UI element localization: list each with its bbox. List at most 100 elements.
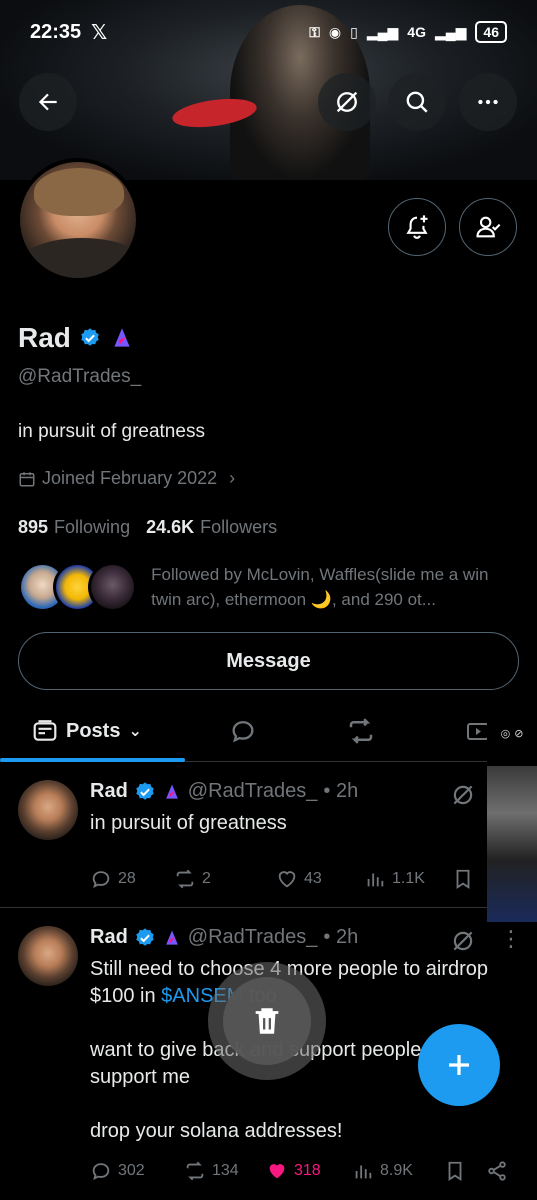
- pip-user-icon[interactable]: ◎: [501, 727, 511, 740]
- floating-video-overlay[interactable]: ◎ ⊘: [487, 700, 537, 922]
- affiliate-badge-icon[interactable]: [109, 325, 135, 351]
- profile-bio: in pursuit of greatness: [18, 421, 205, 442]
- followed-by-text: Followed by McLovin, Waffles(slide me a …: [151, 565, 489, 609]
- verified-badge-icon: [136, 927, 154, 946]
- posts-tab-icon: [33, 720, 57, 741]
- tab-reposts[interactable]: [346, 700, 376, 762]
- like-button[interactable]: 43: [276, 868, 364, 890]
- repost-icon: [176, 869, 194, 889]
- share-icon: [488, 1161, 506, 1181]
- chevron-right-icon: ›: [229, 468, 236, 488]
- search-button[interactable]: [388, 73, 446, 131]
- post-item[interactable]: Rad @RadTrades_ • 2h in pursuit of great…: [0, 762, 537, 908]
- repost-count: 134: [212, 1162, 239, 1179]
- plus-icon: [449, 1055, 469, 1075]
- verified-badge-icon[interactable]: [79, 327, 101, 349]
- share-button[interactable]: [486, 1160, 508, 1182]
- post-author-handle: @RadTrades_: [187, 780, 318, 802]
- reply-count: 28: [118, 870, 136, 887]
- views-icon: [355, 1165, 372, 1179]
- tab-replies[interactable]: [229, 700, 257, 762]
- profile-handle: @RadTrades_: [18, 366, 142, 387]
- eye-icon: ◉: [328, 23, 342, 40]
- search-icon: [406, 91, 428, 113]
- pip-controls[interactable]: ◎ ⊘: [487, 700, 537, 766]
- grok-icon[interactable]: [450, 928, 476, 954]
- back-arrow-icon: [38, 93, 57, 111]
- views-button[interactable]: 1.1K: [364, 868, 452, 890]
- notifications-button[interactable]: [388, 198, 446, 256]
- repost-count: 2: [202, 870, 211, 887]
- back-button[interactable]: [19, 73, 77, 131]
- view-count: 8.9K: [380, 1162, 413, 1179]
- compose-post-button[interactable]: [418, 1024, 500, 1106]
- reply-icon: [92, 1163, 110, 1181]
- more-options-button[interactable]: [459, 73, 517, 131]
- bookmark-icon: [448, 1161, 462, 1181]
- following-label[interactable]: Following: [54, 517, 130, 538]
- post-avatar[interactable]: [18, 780, 78, 840]
- post-avatar[interactable]: [18, 926, 78, 986]
- bookmark-button[interactable]: [452, 868, 474, 890]
- tab-posts[interactable]: Posts ⌄: [32, 700, 142, 762]
- verified-badge-icon: [136, 781, 154, 800]
- post-actions: 302 134 318 8.9K: [90, 1160, 508, 1182]
- vpn-key-icon: ⚿: [309, 23, 320, 40]
- post-author-name[interactable]: Rad: [90, 926, 128, 949]
- signal-icon-2: ▂▄▆: [434, 23, 467, 40]
- status-bar: 22:35 𝕏 ⚿ ◉ ▯ ▂▄▆ 4G ▂▄▆ 46: [0, 0, 537, 64]
- post-header: Rad @RadTrades_ • 2h: [90, 780, 358, 803]
- repost-button[interactable]: 134: [184, 1160, 266, 1182]
- followed-by-row[interactable]: Followed by McLovin, Waffles(slide me a …: [18, 562, 523, 612]
- grok-icon[interactable]: [450, 782, 476, 808]
- user-check-icon: [476, 216, 501, 238]
- grok-icon: [336, 91, 358, 113]
- post-more-icon[interactable]: ⋮: [500, 926, 522, 952]
- bell-plus-icon: [406, 215, 428, 239]
- pip-close-icon[interactable]: ⊘: [514, 727, 523, 740]
- like-button[interactable]: 318: [266, 1160, 352, 1182]
- post-actions: 28 2 43 1.1K: [90, 868, 474, 890]
- bookmark-icon: [456, 869, 470, 889]
- affiliate-badge-icon: [165, 930, 178, 945]
- view-count: 1.1K: [392, 870, 425, 887]
- replies-tab-icon: [232, 721, 254, 743]
- battery-icon: 46: [475, 21, 507, 43]
- following-count[interactable]: 895: [18, 517, 48, 538]
- reply-icon: [92, 871, 110, 889]
- avatar-hoodie: [20, 238, 136, 278]
- followers-label[interactable]: Followers: [200, 517, 277, 538]
- bookmark-button[interactable]: [444, 1160, 486, 1182]
- views-button[interactable]: 8.9K: [352, 1160, 444, 1182]
- follow-stats: 895 Following 24.6K Followers: [18, 517, 287, 538]
- trash-icon: [255, 1008, 279, 1034]
- followers-count[interactable]: 24.6K: [146, 517, 194, 538]
- joined-date-row[interactable]: Joined February 2022 ›: [18, 468, 235, 489]
- signal-icon: ▂▄▆: [366, 23, 399, 40]
- follower-avatar-ethermoon: [88, 562, 138, 612]
- repost-button[interactable]: 2: [174, 868, 276, 890]
- profile-avatar[interactable]: [16, 158, 140, 282]
- post-header: Rad @RadTrades_ • 2h: [90, 926, 358, 949]
- post-time: • 2h: [323, 780, 359, 802]
- following-button[interactable]: [459, 198, 517, 256]
- trash-circle: [223, 977, 311, 1065]
- message-button[interactable]: Message: [18, 632, 519, 690]
- heart-icon: [278, 871, 296, 888]
- pip-video-frame[interactable]: [487, 766, 537, 922]
- reply-button[interactable]: 28: [90, 868, 174, 890]
- repost-tab-icon: [349, 718, 373, 744]
- reply-button[interactable]: 302: [90, 1160, 184, 1182]
- views-icon: [367, 873, 384, 887]
- like-count: 43: [304, 870, 322, 887]
- grok-button[interactable]: [318, 73, 376, 131]
- joined-date: Joined February 2022: [42, 468, 218, 488]
- heart-filled-icon: [269, 1164, 285, 1179]
- chevron-down-icon: ⌄: [128, 723, 142, 740]
- reply-count: 302: [118, 1162, 145, 1179]
- avatar-hair: [34, 168, 124, 216]
- post-author-name[interactable]: Rad: [90, 780, 128, 803]
- vibrate-icon: ▯: [350, 23, 358, 40]
- drag-delete-target[interactable]: [208, 962, 326, 1080]
- affiliate-badge-icon: [165, 784, 178, 799]
